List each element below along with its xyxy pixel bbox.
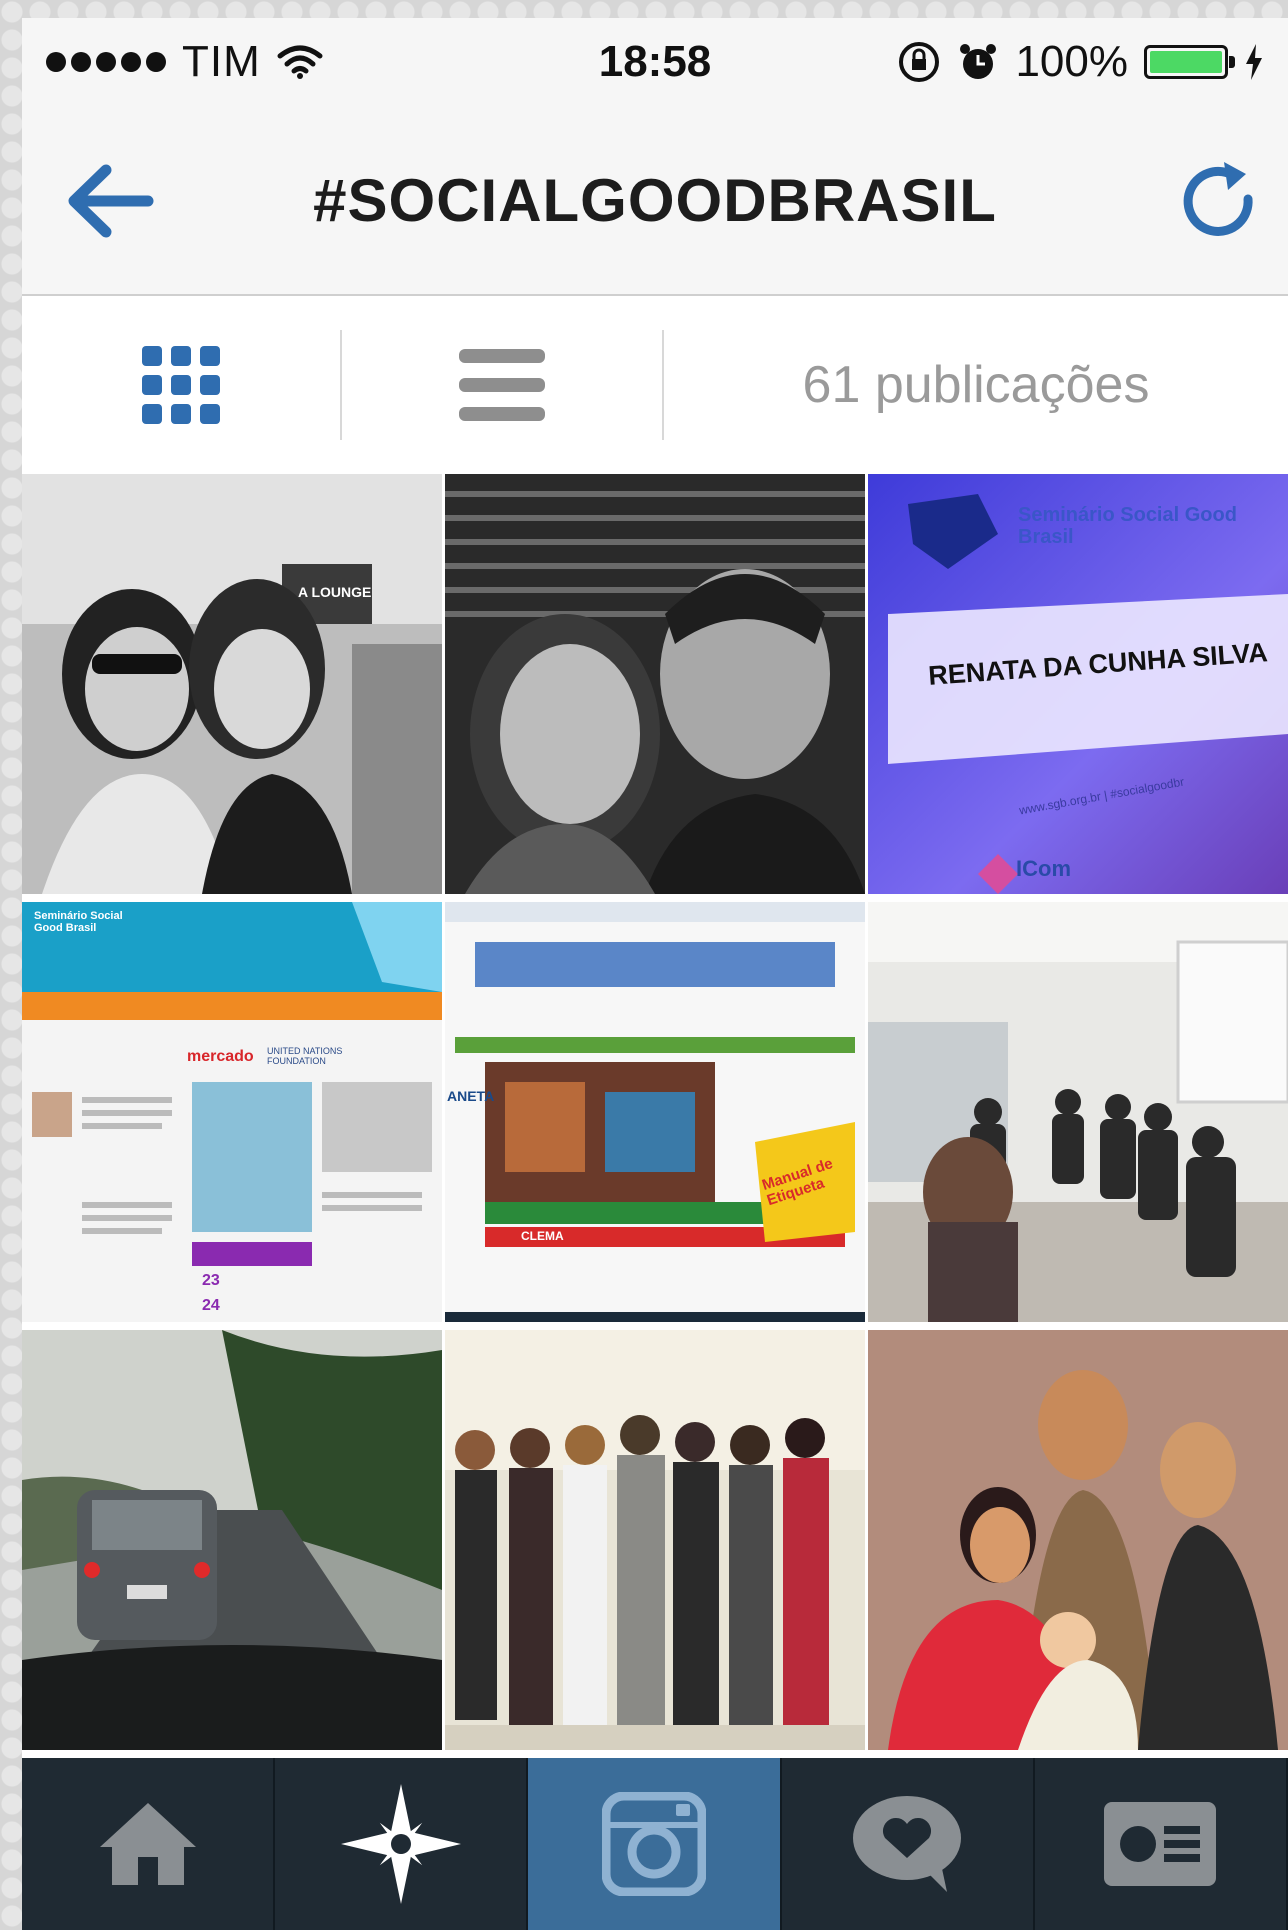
- news-label: CLEMA: [521, 1229, 564, 1243]
- status-time: 18:58: [598, 37, 712, 86]
- battery-fill: [1150, 51, 1222, 73]
- status-bar: TIM 18:58 100%: [22, 18, 1288, 106]
- refresh-icon: [1183, 162, 1253, 236]
- un-foundation-logo: UNITED NATIONS FOUNDATION: [267, 1046, 343, 1066]
- photo-image: [868, 902, 1288, 1322]
- wifi-icon: [277, 45, 323, 79]
- status-right: 100%: [897, 37, 1264, 87]
- grid-view-button[interactable]: [22, 296, 340, 474]
- post-thumbnail[interactable]: [868, 1330, 1288, 1750]
- battery-icon: [1144, 45, 1235, 79]
- page-title: #SOCIALGOODBRASIL: [313, 166, 997, 234]
- profile-icon: [1104, 1802, 1217, 1886]
- status-left: TIM: [46, 37, 323, 87]
- rotation-lock-icon: [899, 42, 940, 82]
- post-thumbnail[interactable]: ANETA CLEMA Manual de Etiqueta: [445, 902, 865, 1322]
- lounge-sign: A LOUNGE: [298, 584, 372, 600]
- signal-strength-icon: [46, 52, 166, 72]
- refresh-button[interactable]: [1174, 154, 1264, 244]
- post-thumbnail[interactable]: [868, 902, 1288, 1322]
- photo-image: [22, 1330, 442, 1750]
- photo-image: [22, 902, 442, 1322]
- explore-icon: [340, 1784, 461, 1904]
- tab-explore[interactable]: [275, 1758, 529, 1930]
- tab-bar: [22, 1758, 1288, 1930]
- post-thumbnail[interactable]: Seminário Social Good Brasil mercado UNI…: [22, 902, 442, 1322]
- alarm-icon: [960, 44, 997, 79]
- tab-camera[interactable]: [528, 1758, 782, 1930]
- carrier-name: TIM: [182, 37, 261, 86]
- tab-activity[interactable]: [782, 1758, 1035, 1930]
- photo-image: [445, 474, 865, 894]
- home-icon: [99, 1803, 196, 1885]
- list-view-button[interactable]: [342, 296, 662, 474]
- phone-screen: TIM 18:58 100% #SOCIALGOODBRASIL 61 publ…: [22, 18, 1288, 1930]
- post-thumbnail[interactable]: [445, 1330, 865, 1750]
- event-date-2: 24: [202, 1297, 220, 1314]
- photo-image: [868, 1330, 1288, 1750]
- site-side-label: ANETA: [447, 1088, 495, 1104]
- post-count: 61 publicações: [802, 356, 1150, 414]
- activity-icon: [853, 1796, 962, 1892]
- arrow-left-icon: [68, 164, 154, 238]
- photo-image: [445, 902, 865, 1322]
- view-toolbar: 61 publicações: [22, 296, 1288, 474]
- event-date-1: 23: [202, 1272, 220, 1289]
- post-thumbnail[interactable]: [22, 1330, 442, 1750]
- tab-home[interactable]: [22, 1758, 276, 1930]
- post-thumbnail[interactable]: A LOUNGE: [22, 474, 442, 894]
- photo-grid: A LOUNGE Seminário Social Good Brasil RE…: [22, 474, 1288, 1750]
- navigation-bar: #SOCIALGOODBRASIL: [22, 106, 1288, 296]
- back-button[interactable]: [62, 156, 162, 246]
- mercado-logo: mercado: [187, 1048, 254, 1065]
- battery-percent: 100%: [1015, 37, 1128, 86]
- camera-icon: [602, 1792, 706, 1896]
- seminar-title: Seminário Social Good Brasil: [1018, 504, 1237, 548]
- icom-logo: ICom: [1016, 856, 1071, 881]
- photo-image: [22, 474, 442, 894]
- post-thumbnail[interactable]: Seminário Social Good Brasil RENATA DA C…: [868, 474, 1288, 894]
- tab-profile[interactable]: [1035, 1758, 1288, 1930]
- photo-image: [445, 1330, 865, 1750]
- grid-view-icon: [142, 346, 220, 424]
- list-view-icon: [459, 349, 545, 421]
- site-header: Seminário Social Good Brasil: [34, 910, 123, 934]
- post-thumbnail[interactable]: [445, 474, 865, 894]
- charging-icon: [1246, 44, 1262, 80]
